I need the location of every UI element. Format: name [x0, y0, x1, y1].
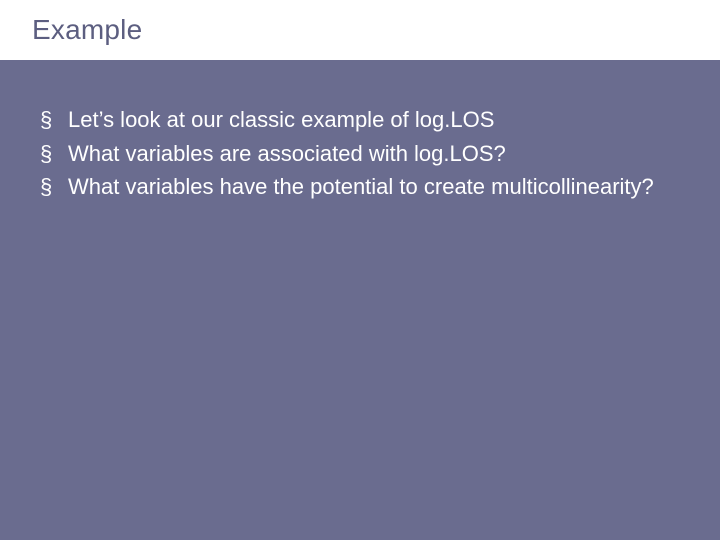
- slide-body: Let’s look at our classic example of log…: [0, 60, 720, 540]
- slide-title: Example: [32, 14, 720, 46]
- bullet-list: Let’s look at our classic example of log…: [40, 105, 680, 202]
- list-item: Let’s look at our classic example of log…: [40, 105, 680, 135]
- slide: Example Let’s look at our classic exampl…: [0, 0, 720, 540]
- list-item: What variables are associated with log.L…: [40, 139, 680, 169]
- title-bar: Example: [0, 0, 720, 60]
- list-item: What variables have the potential to cre…: [40, 172, 680, 202]
